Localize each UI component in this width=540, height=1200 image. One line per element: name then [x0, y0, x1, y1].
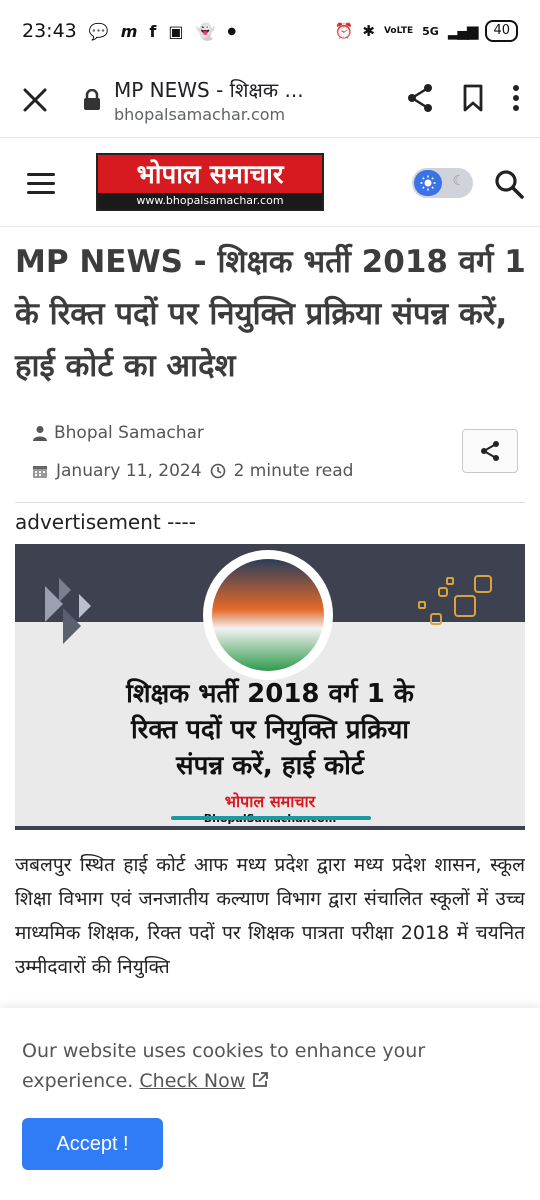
alarm-icon: ⏰ — [334, 22, 354, 40]
bookmark-button[interactable] — [462, 84, 484, 116]
battery-indicator: 40 — [485, 20, 518, 42]
news-app-icon: ▣ — [168, 21, 184, 41]
clock-icon — [210, 463, 225, 479]
high-court-building-image — [212, 559, 324, 671]
ad-court-photo — [203, 550, 333, 680]
publish-date: January 11, 2024 — [56, 461, 202, 481]
lock-icon[interactable] — [80, 88, 104, 111]
close-icon[interactable] — [22, 87, 48, 113]
calendar-icon — [33, 466, 47, 478]
ad-headline-line: रिक्त पदों पर नियुक्ति प्रक्रिया — [130, 715, 410, 745]
chat-icon: 💬 — [88, 21, 109, 41]
ad-swoosh — [171, 816, 371, 820]
user-icon — [33, 426, 47, 441]
volte-indicator: VoLTE — [383, 26, 414, 36]
m-app-icon: m — [120, 21, 138, 41]
ad-brand-logo: भोपाल समाचार — [224, 792, 316, 811]
logo-text: भोपाल समाचार — [136, 160, 284, 190]
ad-headline-line: शिक्षक भर्ती 2018 वर्ग 1 के — [126, 679, 414, 709]
share-icon[interactable] — [406, 83, 434, 113]
sun-icon — [414, 170, 442, 196]
decorative-arrows-icon — [45, 578, 91, 644]
search-icon[interactable] — [494, 169, 524, 199]
more-vert-icon[interactable] — [512, 84, 520, 111]
ad-headline-line: संपन्न करें, हाई कोर्ट — [176, 751, 364, 781]
search-button[interactable] — [494, 169, 524, 203]
read-time: 2 minute read — [233, 461, 354, 481]
share-icon — [481, 441, 499, 461]
ad-headline: शिक्षक भर्ती 2018 वर्ग 1 के रिक्त पदों प… — [15, 676, 525, 784]
author-name[interactable]: Bhopal Samachar — [54, 423, 204, 443]
snapchat-icon: 👻 — [195, 21, 216, 41]
close-tab-button[interactable] — [0, 87, 70, 113]
more-notifications-icon: ● — [227, 25, 237, 37]
status-time: 23:43 — [22, 20, 77, 42]
cookie-message: Our website uses cookies to enhance your… — [22, 1036, 482, 1096]
site-header: भोपाल समाचार www.bhopalsamachar.com ☾ — [0, 139, 540, 227]
page-title: MP NEWS - शिक्षक ... — [114, 77, 304, 102]
status-bar: 23:43 💬 m f ▣ 👻 ● ⏰ ✱ VoLTE 5G ▂▄▆ 40 — [0, 0, 540, 62]
article-body: जबलपुर स्थित हाई कोर्ट आफ मध्य प्रदेश द्… — [15, 854, 525, 978]
signal-icon: ▂▄▆ — [447, 22, 479, 40]
article-meta: Bhopal Samachar January 11, 2024 2 minut… — [32, 418, 522, 486]
decorative-squares-icon — [418, 575, 492, 625]
ad-bottom-bar — [15, 826, 525, 830]
ad-label: advertisement ---- — [15, 510, 196, 534]
cookie-banner: Our website uses cookies to enhance your… — [0, 1008, 540, 1200]
check-now-link[interactable]: Check Now — [139, 1070, 245, 1092]
facebook-icon: f — [149, 21, 157, 41]
menu-button[interactable] — [27, 173, 55, 200]
share-button[interactable] — [406, 83, 434, 117]
bluetooth-icon: ✱ — [362, 22, 375, 40]
page-domain: bhopalsamachar.com — [114, 104, 286, 124]
more-options-button[interactable] — [512, 84, 520, 115]
moon-icon: ☾ — [452, 173, 465, 189]
site-logo[interactable]: भोपाल समाचार www.bhopalsamachar.com — [96, 153, 324, 211]
url-display[interactable]: MP NEWS - शिक्षक ... bhopalsamachar.com — [114, 76, 334, 124]
accept-cookies-button[interactable]: Accept ! — [22, 1118, 163, 1170]
meta-divider — [15, 502, 525, 503]
external-link-icon[interactable] — [251, 1071, 269, 1089]
article-title: MP NEWS - शिक्षक भर्ती 2018 वर्ग 1 के रि… — [15, 244, 526, 384]
logo-url: www.bhopalsamachar.com — [98, 193, 322, 209]
ad-banner[interactable]: शिक्षक भर्ती 2018 वर्ग 1 के रिक्त पदों प… — [15, 544, 525, 830]
check-now-label[interactable]: Check Now — [139, 1070, 245, 1092]
article-share-button[interactable] — [462, 429, 518, 473]
bookmark-icon[interactable] — [462, 84, 484, 112]
theme-toggle[interactable]: ☾ — [412, 168, 473, 198]
browser-toolbar: MP NEWS - शिक्षक ... bhopalsamachar.com — [0, 62, 540, 138]
network-indicator: 5G — [422, 24, 439, 38]
hamburger-icon[interactable] — [27, 173, 55, 176]
